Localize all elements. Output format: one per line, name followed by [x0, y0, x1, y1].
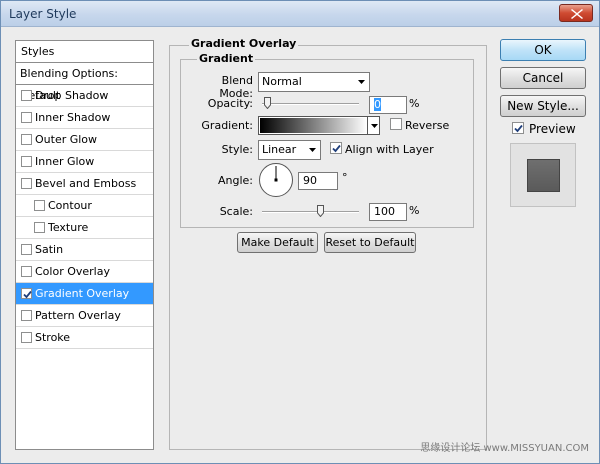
dropdown-arrow-icon [358, 80, 365, 84]
style-item-inner-shadow[interactable]: Inner Shadow [16, 107, 153, 129]
style-item-checkbox[interactable] [21, 310, 32, 321]
preview-checkbox[interactable] [512, 122, 524, 134]
style-item-label: Outer Glow [35, 133, 98, 146]
style-preview [510, 143, 576, 207]
watermark: 思缘设计论坛 www.MISSYUAN.COM [420, 443, 589, 454]
style-item-stroke[interactable]: Stroke [16, 327, 153, 349]
style-item-checkbox[interactable] [21, 244, 32, 255]
style-item-label: Contour [48, 199, 92, 212]
ok-button[interactable]: OK [500, 39, 586, 61]
gradient-preview[interactable] [260, 118, 367, 133]
style-item-contour[interactable]: Contour [16, 195, 153, 217]
opacity-slider-thumb[interactable] [263, 97, 271, 109]
angle-unit: ° [342, 171, 348, 184]
close-icon [571, 9, 583, 19]
gradient-label: Gradient: [201, 119, 253, 132]
style-item-color-overlay[interactable]: Color Overlay [16, 261, 153, 283]
style-select[interactable]: Linear [258, 140, 321, 160]
style-item-checkbox[interactable] [21, 134, 32, 145]
blend-mode-select[interactable]: Normal [258, 72, 370, 92]
style-item-checkbox[interactable] [21, 266, 32, 277]
style-value: Linear [262, 143, 297, 156]
style-item-checkbox[interactable] [34, 200, 45, 211]
gradient-picker[interactable] [258, 116, 380, 135]
style-item-label: Bevel and Emboss [35, 177, 137, 190]
style-item-satin[interactable]: Satin [16, 239, 153, 261]
reset-to-default-button[interactable]: Reset to Default [324, 232, 416, 253]
gradient-overlay-title: Gradient Overlay [189, 37, 299, 50]
opacity-input[interactable]: 0 [369, 96, 407, 114]
style-item-checkbox[interactable] [21, 156, 32, 167]
styles-header[interactable]: Styles [16, 41, 153, 63]
preview-label: Preview [529, 122, 576, 136]
cancel-button[interactable]: Cancel [500, 67, 586, 89]
align-with-layer-label: Align with Layer [345, 143, 434, 156]
style-item-checkbox[interactable] [21, 332, 32, 343]
style-item-checkbox[interactable] [21, 112, 32, 123]
scale-slider-thumb[interactable] [317, 205, 325, 217]
style-item-label: Inner Shadow [35, 111, 111, 124]
style-item-label: Pattern Overlay [35, 309, 121, 322]
gradient-dropdown[interactable] [367, 117, 379, 134]
opacity-unit: % [409, 97, 420, 110]
blend-mode-value: Normal [262, 75, 302, 88]
angle-dial-icon [274, 166, 278, 182]
style-item-inner-glow[interactable]: Inner Glow [16, 151, 153, 173]
style-label: Style: [221, 143, 253, 156]
style-item-label: Inner Glow [35, 155, 95, 168]
style-item-outer-glow[interactable]: Outer Glow [16, 129, 153, 151]
preview-swatch [527, 159, 560, 192]
style-item-pattern-overlay[interactable]: Pattern Overlay [16, 305, 153, 327]
dropdown-arrow-icon [309, 148, 316, 152]
make-default-button[interactable]: Make Default [237, 232, 318, 253]
scale-input[interactable]: 100 [369, 203, 407, 221]
title-bar: Layer Style [1, 1, 599, 27]
style-item-label: Drop Shadow [35, 89, 109, 102]
styles-list: Styles Blending Options: Default Drop Sh… [15, 40, 154, 450]
style-item-label: Texture [48, 221, 89, 234]
style-item-drop-shadow[interactable]: Drop Shadow [16, 85, 153, 107]
angle-input[interactable]: 90 [298, 172, 338, 190]
new-style-button[interactable]: New Style... [500, 95, 586, 117]
opacity-label: Opacity: [207, 97, 253, 110]
scale-slider-track[interactable] [262, 211, 359, 213]
style-item-checkbox[interactable] [34, 222, 45, 233]
style-item-gradient-overlay[interactable]: Gradient Overlay [16, 283, 153, 305]
close-button[interactable] [559, 4, 593, 22]
angle-label: Angle: [217, 174, 253, 187]
style-item-bevel-and-emboss[interactable]: Bevel and Emboss [16, 173, 153, 195]
align-with-layer-checkbox[interactable] [330, 142, 342, 154]
scale-label: Scale: [219, 205, 253, 218]
window-title: Layer Style [9, 7, 77, 21]
style-item-checkbox[interactable] [21, 288, 32, 299]
gradient-subtitle: Gradient [197, 52, 256, 65]
reverse-label: Reverse [405, 119, 450, 132]
reverse-checkbox[interactable] [390, 118, 402, 130]
scale-unit: % [409, 204, 420, 217]
checkmark-icon [332, 144, 341, 153]
style-item-label: Stroke [35, 331, 71, 344]
checkmark-icon [23, 290, 32, 299]
angle-dial[interactable] [259, 163, 293, 197]
layer-style-dialog: Layer Style Styles Blending Options: Def… [0, 0, 600, 464]
style-item-checkbox[interactable] [21, 90, 32, 101]
style-item-label: Color Overlay [35, 265, 110, 278]
dropdown-arrow-icon [371, 124, 378, 128]
style-item-texture[interactable]: Texture [16, 217, 153, 239]
style-item-label: Satin [35, 243, 64, 256]
style-item-label: Gradient Overlay [35, 287, 130, 300]
style-item-checkbox[interactable] [21, 178, 32, 189]
checkmark-icon [514, 124, 523, 133]
opacity-slider-track[interactable] [262, 103, 359, 105]
blending-options-item[interactable]: Blending Options: Default [16, 63, 153, 102]
